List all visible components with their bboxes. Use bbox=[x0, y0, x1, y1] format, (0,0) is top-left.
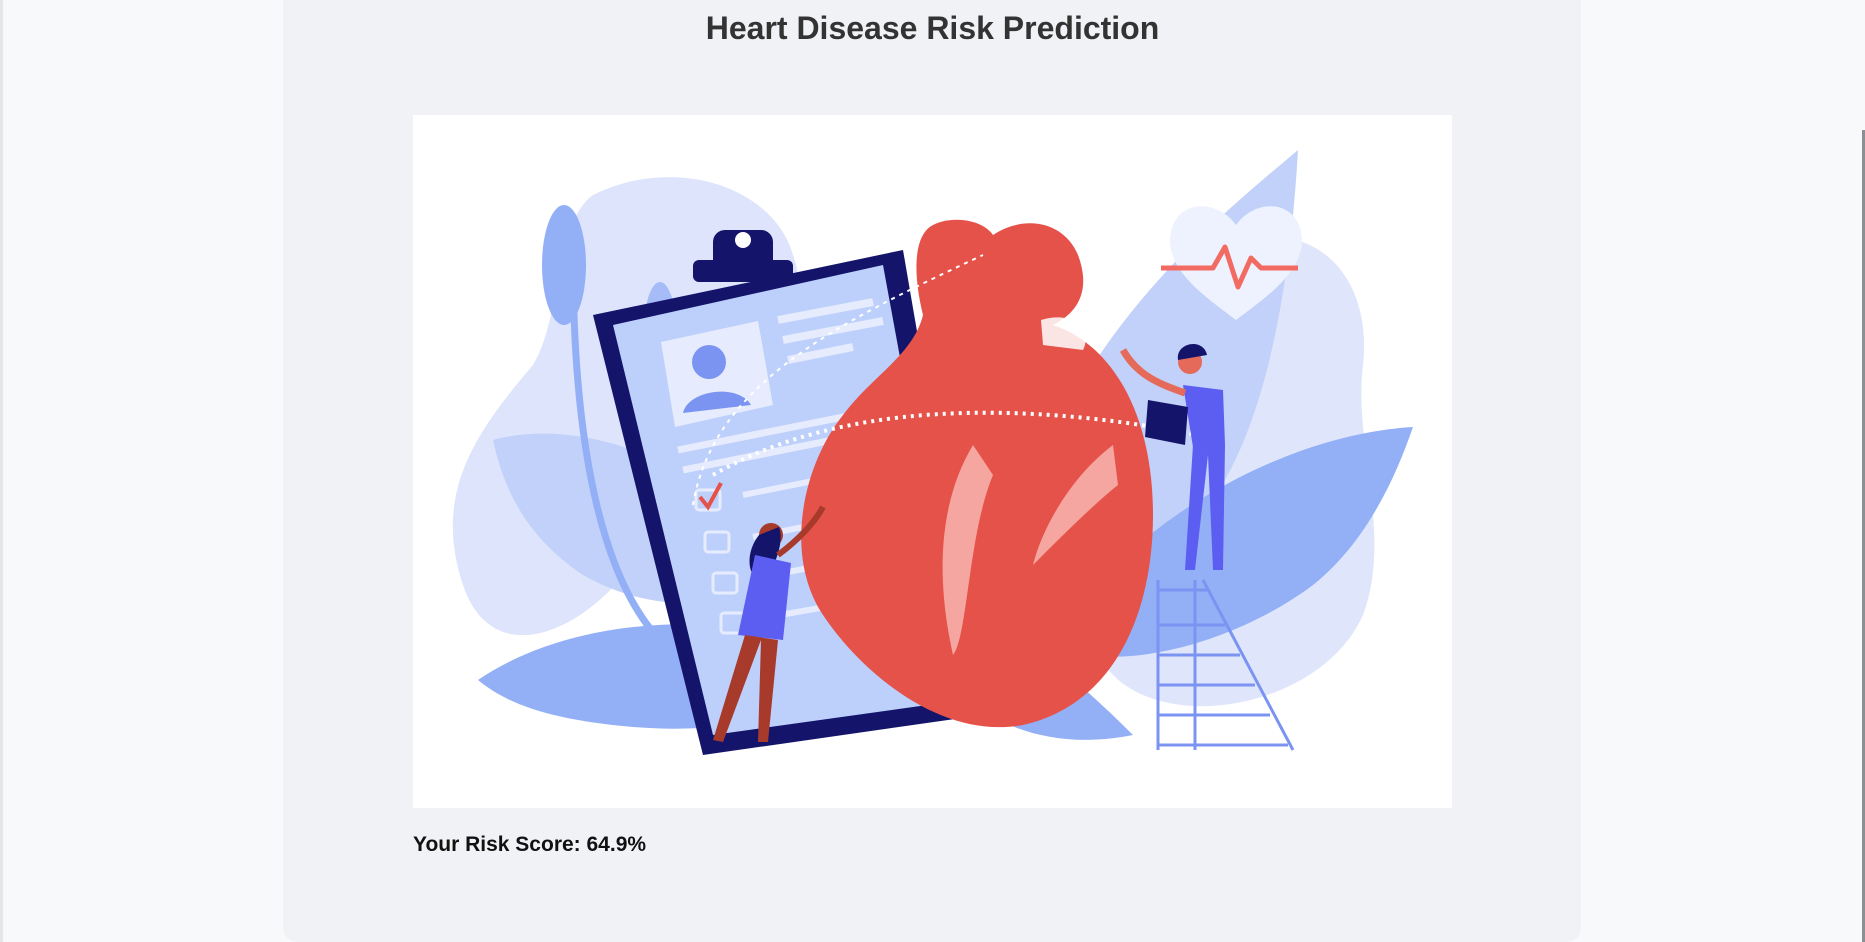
clipboard-clip-bar bbox=[693, 260, 793, 282]
page-title: Heart Disease Risk Prediction bbox=[705, 10, 1160, 46]
heart-vessel-top bbox=[1041, 317, 1086, 350]
window-left-edge bbox=[0, 0, 3, 942]
doctor-man-clipboard bbox=[1145, 400, 1188, 445]
profile-avatar-head bbox=[692, 345, 726, 379]
stethoscope-head-left bbox=[542, 205, 586, 325]
clipboard-clip-hole bbox=[735, 232, 751, 248]
hero-illustration bbox=[413, 115, 1452, 808]
risk-score-text: Your Risk Score: 64.9% bbox=[413, 833, 647, 856]
